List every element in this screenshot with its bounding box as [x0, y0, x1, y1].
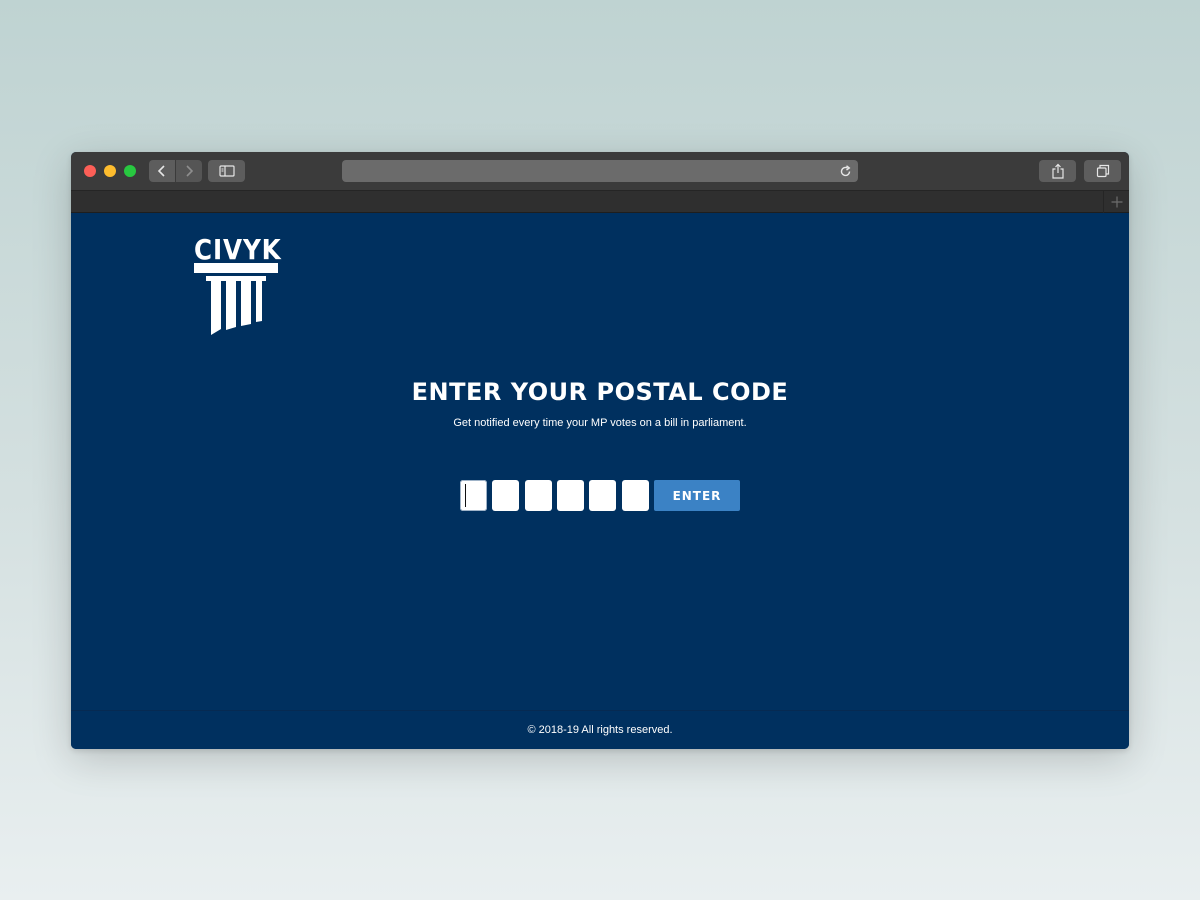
page-subtitle: Get notified every time your MP votes on…	[453, 417, 747, 429]
civyk-logo[interactable]: CIVYK	[194, 233, 282, 335]
forward-icon	[186, 165, 194, 177]
postal-code-digit-4[interactable]	[557, 480, 584, 511]
postal-code-digit-5[interactable]	[589, 480, 616, 511]
plus-icon	[1111, 196, 1122, 208]
zoom-window-button[interactable]	[124, 165, 136, 177]
address-bar[interactable]	[342, 160, 858, 182]
sidebar-icon	[218, 165, 235, 177]
postal-code-digit-3[interactable]	[525, 480, 552, 511]
browser-toolbar	[71, 152, 1129, 190]
tab-overview-button[interactable]	[1084, 160, 1121, 182]
back-icon	[157, 165, 165, 177]
footer-copyright: © 2018-19 All rights reserved.	[71, 710, 1129, 749]
tabs-icon	[1096, 164, 1109, 178]
sidebar-toggle-button[interactable]	[208, 160, 245, 182]
new-tab-button[interactable]	[1103, 191, 1129, 213]
browser-window: CIVYK ENTER YOUR POSTAL CODE Get notifie…	[71, 152, 1129, 749]
tab-bar	[71, 190, 1129, 213]
share-button[interactable]	[1039, 160, 1076, 182]
page-title: ENTER YOUR POSTAL CODE	[411, 378, 789, 406]
pillar-icon	[194, 263, 278, 335]
share-icon	[1051, 163, 1064, 179]
page-content: CIVYK ENTER YOUR POSTAL CODE Get notifie…	[71, 213, 1129, 749]
close-window-button[interactable]	[84, 165, 96, 177]
reload-icon	[840, 164, 850, 176]
minimize-window-button[interactable]	[104, 165, 116, 177]
postal-code-digit-6[interactable]	[622, 480, 649, 511]
enter-button[interactable]: ENTER	[654, 480, 740, 511]
postal-code-digit-1[interactable]	[460, 480, 487, 511]
reload-button[interactable]	[837, 163, 853, 179]
logo-wordmark: CIVYK	[194, 233, 282, 266]
forward-button[interactable]	[176, 160, 202, 182]
postal-code-digit-2[interactable]	[492, 480, 519, 511]
back-button[interactable]	[149, 160, 175, 182]
